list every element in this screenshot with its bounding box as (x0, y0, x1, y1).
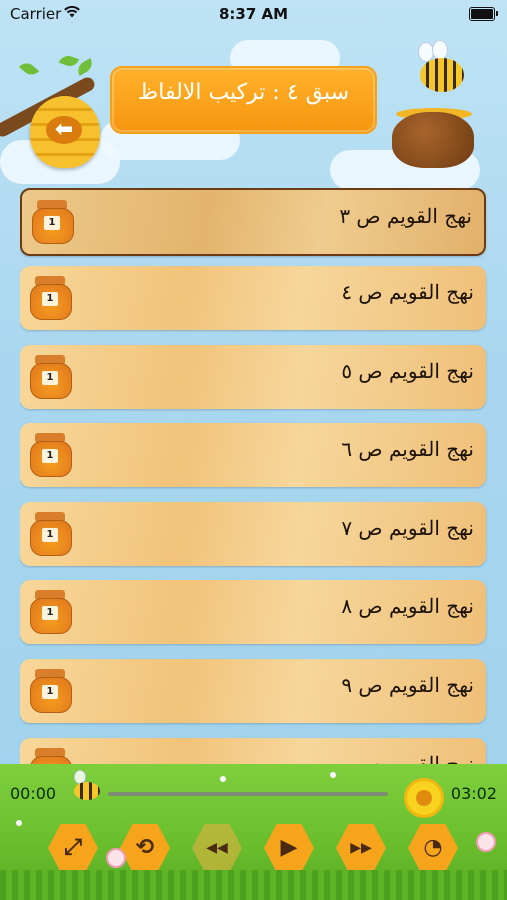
honey-jar-icon: 1 (30, 433, 72, 477)
speed-gauge-icon: ◔ (423, 835, 443, 860)
expand-button[interactable]: ⤢ (48, 824, 98, 872)
leaf (58, 53, 80, 69)
speed-button[interactable]: ◔ (408, 824, 458, 872)
total-time: 03:02 (450, 784, 497, 803)
jar-badge: 1 (42, 685, 58, 699)
daisy-decoration (330, 772, 336, 778)
repeat-icon: ⟲ (135, 835, 155, 860)
lesson-label: نھج القویم ص ٩ (341, 673, 474, 697)
current-time: 00:00 (10, 784, 57, 803)
honey-jar-icon: 1 (30, 276, 72, 320)
honey-jar-icon: 1 (30, 748, 72, 764)
expand-arrows-icon: ⤢ (64, 835, 82, 860)
back-button[interactable]: ⬅ (30, 96, 100, 168)
clock: 8:37 AM (218, 5, 289, 23)
jar-badge: 1 (42, 371, 58, 385)
daisy-decoration (16, 820, 22, 826)
honey-jar-icon: 1 (30, 355, 72, 399)
honey-pot-icon (392, 112, 474, 168)
seek-thumb-bee-icon[interactable] (70, 770, 102, 804)
lesson-row[interactable]: 1 نھج القویم ص (20, 738, 486, 764)
lesson-label: نھج القویم ص ٧ (341, 516, 474, 540)
lesson-label: نھج القویم ص ٥ (341, 359, 474, 383)
lesson-row[interactable]: 1 نھج القویم ص ٥ (20, 345, 486, 409)
lesson-list[interactable]: 1 نھج القویم ص ٣ 1 نھج القویم ص ٤ 1 نھج … (20, 188, 488, 764)
jar-badge: 1 (42, 449, 58, 463)
honey-jar-icon: 1 (30, 669, 72, 713)
lesson-title-banner: سبق ٤ : ترکیب الالفاظ (110, 66, 377, 134)
bee-wing (432, 40, 448, 60)
jar-body (30, 756, 72, 764)
lesson-label: نھج القویم ص (358, 752, 474, 764)
jar-badge: 1 (42, 292, 58, 306)
lesson-label: نھج القویم ص ٦ (341, 437, 474, 461)
honey-jar-icon: 1 (30, 512, 72, 556)
fast-forward-icon: ▶▶ (350, 840, 372, 856)
play-button[interactable]: ▶ (264, 824, 314, 872)
fast-forward-button[interactable]: ▶▶ (336, 824, 386, 872)
repeat-button[interactable]: ⟲ (120, 824, 170, 872)
honey-jar-icon: 1 (32, 200, 74, 244)
jar-badge: 1 (42, 606, 58, 620)
lesson-row[interactable]: 1 نھج القویم ص ٤ (20, 266, 486, 330)
battery-icon (469, 7, 498, 21)
play-icon: ▶ (280, 835, 298, 860)
lesson-row[interactable]: 1 نھج القویم ص ٩ (20, 659, 486, 723)
rewind-button[interactable]: ◀◀ (192, 824, 242, 872)
page-title: سبق ٤ : ترکیب الالفاظ (137, 80, 350, 105)
lesson-row[interactable]: 1 نھج القویم ص ٨ (20, 580, 486, 644)
jar-badge: 1 (44, 216, 60, 230)
sunflower-icon (404, 778, 444, 818)
grass-decoration (0, 870, 507, 900)
lesson-row[interactable]: 1 نھج القویم ص ٣ (20, 188, 486, 256)
status-bar: Carrier 8:37 AM (0, 0, 507, 28)
lesson-label: نھج القویم ص ٨ (341, 594, 474, 618)
rewind-icon: ◀◀ (206, 840, 228, 856)
bee-mascot-icon (420, 58, 464, 92)
lesson-row[interactable]: 1 نھج القویم ص ٦ (20, 423, 486, 487)
daisy-decoration (220, 776, 226, 782)
back-arrow-icon: ⬅ (46, 116, 82, 144)
leaf (18, 59, 40, 79)
header: ⬅ سبق ٤ : ترکیب الالفاظ (0, 28, 507, 188)
lesson-label: نھج القویم ص ٤ (341, 280, 474, 304)
honey-jar-icon: 1 (30, 590, 72, 634)
lesson-label: نھج القویم ص ٣ (339, 204, 472, 228)
bee-body (74, 782, 100, 800)
seek-bar[interactable] (108, 792, 388, 796)
flower-decoration (106, 848, 126, 868)
lesson-row[interactable]: 1 نھج القویم ص ٧ (20, 502, 486, 566)
audio-player: 00:00 03:02 ⤢ ⟲ ◀◀ ▶ ▶▶ ◔ (0, 764, 507, 900)
jar-badge: 1 (42, 528, 58, 542)
flower-decoration (476, 832, 496, 852)
